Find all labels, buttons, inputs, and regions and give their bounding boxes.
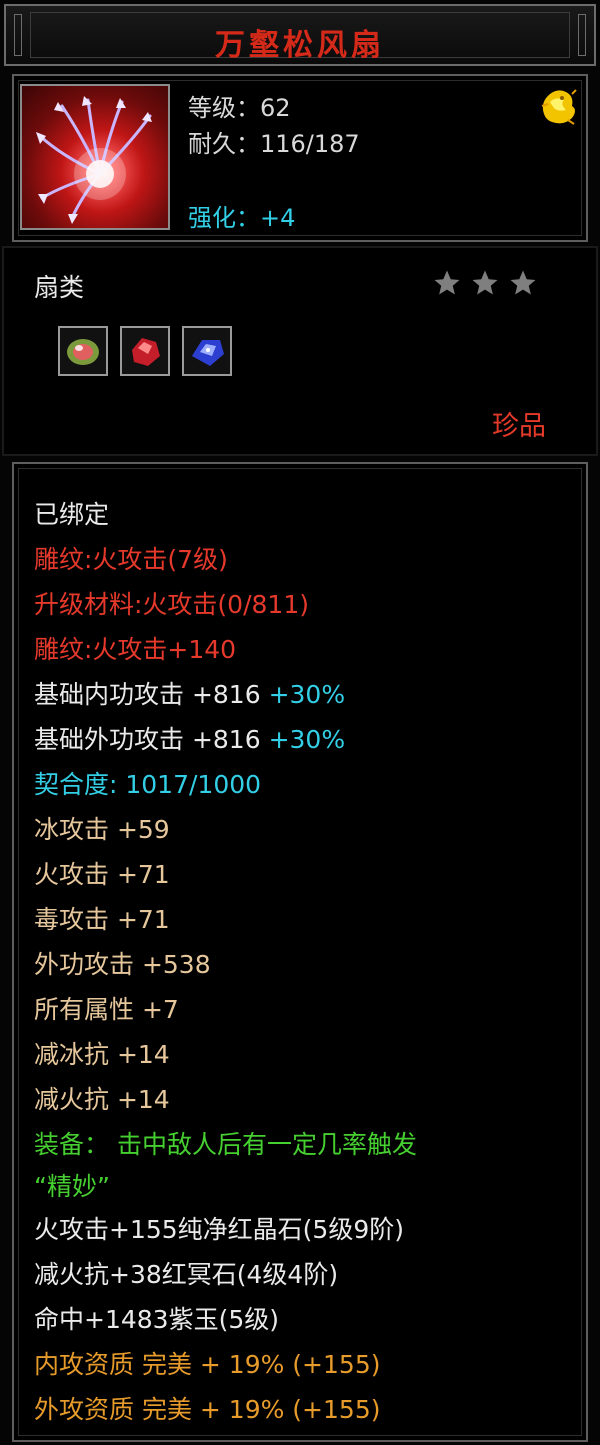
bound-status: 已绑定 <box>34 500 110 529</box>
base-outer-attack-line: 基础外功攻击 +816 +30% <box>34 717 417 762</box>
base-outer-attack-value: 基础外功攻击 +816 <box>34 725 261 754</box>
fire-attack-line: 火攻击 +71 <box>34 860 170 889</box>
star-icon <box>510 270 536 295</box>
star-icon <box>434 270 460 295</box>
base-inner-attack-pct: +30% <box>268 680 346 709</box>
poison-attack-line: 毒攻击 +71 <box>34 905 170 934</box>
blue-gem-icon[interactable] <box>182 326 232 376</box>
ice-attack-line: 冰攻击 +59 <box>34 815 170 844</box>
gold-dragon-icon <box>541 89 577 125</box>
level-text: 等级：62 <box>188 94 291 122</box>
equip-effect-line: 装备： 击中敌人后有一定几率触发 <box>34 1130 417 1159</box>
green-red-gem-icon[interactable] <box>58 326 108 376</box>
engrave-line: 雕纹:火攻击(7级) <box>34 545 228 574</box>
durability-text: 耐久：116/187 <box>188 130 360 158</box>
star-icon <box>472 270 498 295</box>
fit-degree-line: 契合度: 1017/1000 <box>34 770 262 799</box>
base-outer-attack-pct: +30% <box>268 725 346 754</box>
socket-line-3: 命中+1483紫玉(5级) <box>34 1305 279 1334</box>
outer-quality-line: 外攻资质 完美 + 19% (+155) <box>34 1395 381 1424</box>
inner-quality-line: 内攻资质 完美 + 19% (+155) <box>34 1350 381 1379</box>
base-inner-attack-line: 基础内功攻击 +816 +30% <box>34 672 417 717</box>
rarity-text: 珍品 <box>492 411 546 442</box>
enhance-text: 强化：+4 <box>188 204 296 232</box>
reduce-ice-res-line: 减冰抗 +14 <box>34 1040 170 1069</box>
item-name: 万壑松风扇 <box>215 28 385 63</box>
title-bar: 万壑松风扇 <box>4 4 596 66</box>
reduce-fire-res-line: 减火抗 +14 <box>34 1085 170 1114</box>
item-tooltip: 万壑松风扇 等级：62 耐久：116/187 强化：+4 扇类 珍品 已绑定 雕… <box>0 0 600 1445</box>
attributes-list: 已绑定 雕纹:火攻击(7级) 升级材料:火攻击(0/811) 雕纹:火攻击+14… <box>34 492 417 1432</box>
socket-line-1: 火攻击+155纯净红晶石(5级9阶) <box>34 1215 404 1244</box>
red-gem-icon[interactable] <box>120 326 170 376</box>
category-text: 扇类 <box>34 273 85 302</box>
outer-attack-line: 外功攻击 +538 <box>34 950 211 979</box>
equip-effect-name: “精妙” <box>34 1172 110 1201</box>
socket-line-2: 减火抗+38红冥石(4级4阶) <box>34 1260 339 1289</box>
all-attributes-line: 所有属性 +7 <box>34 995 179 1024</box>
base-inner-attack-value: 基础内功攻击 +816 <box>34 680 261 709</box>
engrave-bonus-line: 雕纹:火攻击+140 <box>34 635 237 664</box>
star-rating <box>432 268 538 298</box>
fan-weapon-art <box>36 96 152 224</box>
upgrade-material-line: 升级材料:火攻击(0/811) <box>34 590 309 619</box>
fan-weapon-icon <box>20 84 170 230</box>
